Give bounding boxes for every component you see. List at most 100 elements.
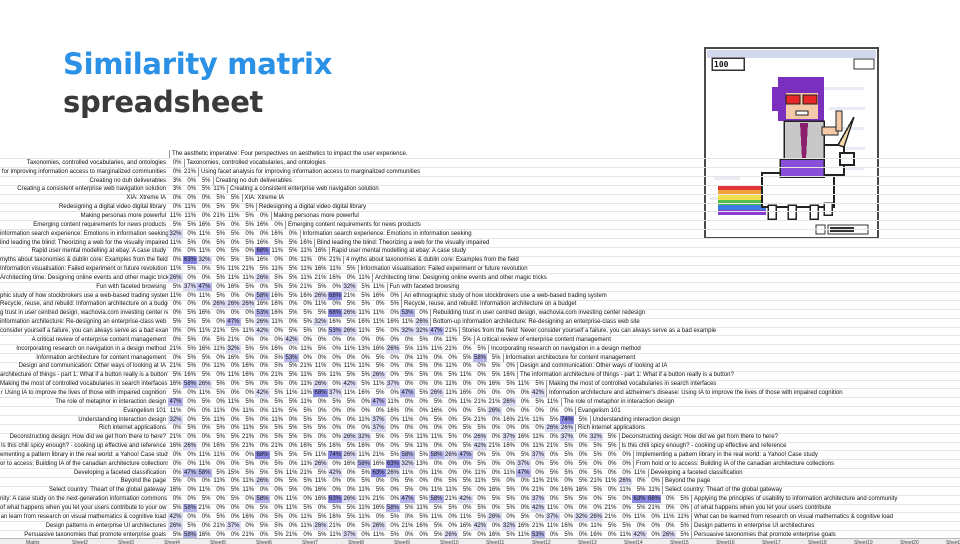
matrix-cell[interactable]: 11%: [313, 362, 328, 370]
matrix-cell[interactable]: 16%: [371, 345, 386, 353]
matrix-cell[interactable]: 0%: [560, 504, 575, 512]
row-label[interactable]: consider yourself a failure, you can alw…: [0, 327, 168, 335]
matrix-cell[interactable]: 5%: [284, 247, 299, 255]
matrix-cell[interactable]: 0%: [212, 247, 227, 255]
matrix-cell[interactable]: 0%: [168, 159, 183, 167]
matrix-cell[interactable]: 5%: [415, 336, 430, 344]
matrix-cell[interactable]: 11%: [299, 389, 314, 397]
matrix-cell[interactable]: 5%: [603, 442, 618, 450]
matrix-cell[interactable]: 5%: [386, 513, 401, 521]
row-label[interactable]: nity: A case study on the next-generatio…: [0, 495, 168, 503]
matrix-cell[interactable]: 11%: [212, 416, 227, 424]
matrix-cell[interactable]: 11%: [270, 416, 285, 424]
matrix-cell[interactable]: 11%: [168, 292, 183, 300]
matrix-cell[interactable]: 0%: [255, 398, 270, 406]
matrix-cell[interactable]: 5%: [487, 362, 502, 370]
matrix-cell[interactable]: 0%: [429, 424, 444, 432]
matrix-cell[interactable]: 0%: [386, 416, 401, 424]
matrix-cell[interactable]: 53%: [327, 327, 342, 335]
matrix-cell[interactable]: 0%: [502, 451, 517, 459]
matrix-cell[interactable]: 5%: [371, 389, 386, 397]
sheet-tab[interactable]: Sheet5: [210, 539, 226, 544]
sheet-tab[interactable]: Sheet6: [256, 539, 272, 544]
matrix-cell[interactable]: 63%: [182, 256, 197, 265]
matrix-cell[interactable]: 0%: [226, 309, 241, 317]
matrix-cell[interactable]: 0%: [531, 513, 546, 521]
row-label[interactable]: r Using IA to improve the lives of those…: [0, 389, 168, 397]
matrix-cell[interactable]: 0%: [502, 477, 517, 485]
matrix-cell[interactable]: 5%: [226, 442, 241, 450]
matrix-cell[interactable]: 5%: [197, 318, 212, 326]
matrix-cell[interactable]: 13%: [357, 345, 372, 353]
matrix-cell[interactable]: 21%: [197, 504, 212, 512]
matrix-cell[interactable]: 5%: [560, 442, 575, 450]
matrix-cell[interactable]: 0%: [226, 362, 241, 370]
matrix-cell[interactable]: 26%: [211, 300, 226, 309]
matrix-cell[interactable]: 16%: [299, 292, 314, 300]
matrix-cell[interactable]: 16%: [502, 416, 517, 424]
matrix-cell[interactable]: 58%: [429, 450, 444, 459]
matrix-cell[interactable]: 0%: [284, 416, 299, 424]
matrix-cell[interactable]: 0%: [270, 221, 285, 229]
matrix-cell[interactable]: 0%: [574, 504, 589, 512]
matrix-cell[interactable]: 5%: [473, 513, 488, 521]
matrix-cell[interactable]: 0%: [589, 460, 604, 468]
matrix-cell[interactable]: 11%: [270, 407, 285, 415]
matrix-cell[interactable]: 0%: [429, 442, 444, 450]
matrix-cell[interactable]: 11%: [241, 327, 256, 335]
matrix-cell[interactable]: 5%: [502, 486, 517, 494]
matrix-cell[interactable]: 0%: [473, 389, 488, 397]
matrix-cell[interactable]: 47%: [400, 495, 415, 504]
matrix-cell[interactable]: 5%: [183, 309, 198, 317]
matrix-cell[interactable]: 5%: [342, 442, 357, 450]
matrix-cell[interactable]: 5%: [487, 477, 502, 485]
matrix-cell[interactable]: 16%: [255, 300, 270, 308]
matrix-cell[interactable]: 0%: [328, 407, 343, 415]
matrix-cell[interactable]: 11%: [342, 345, 357, 353]
matrix-cell[interactable]: 5%: [328, 504, 343, 512]
matrix-cell[interactable]: 11%: [429, 345, 444, 353]
matrix-cell[interactable]: 5%: [458, 336, 473, 344]
matrix-cell[interactable]: 21%: [603, 504, 618, 512]
matrix-cell[interactable]: 11%: [632, 513, 647, 521]
row-label[interactable]: Understanding interaction design: [0, 416, 168, 424]
matrix-cell[interactable]: 32%: [313, 318, 328, 327]
matrix-cell[interactable]: 0%: [357, 354, 372, 362]
matrix-cell[interactable]: 5%: [299, 477, 314, 485]
row-label[interactable]: lind leading the blind: Theorizing a web…: [0, 239, 168, 247]
matrix-cell[interactable]: 0%: [632, 522, 647, 530]
row-title-cell[interactable]: Stories from the field: Never consider y…: [459, 327, 960, 335]
matrix-cell[interactable]: 0%: [183, 274, 198, 282]
matrix-cell[interactable]: 5%: [168, 318, 183, 326]
row-title-cell[interactable]: Developing a faceted classification: [647, 468, 960, 477]
matrix-cell[interactable]: 0%: [226, 292, 241, 300]
matrix-cell[interactable]: 5%: [560, 495, 575, 503]
matrix-cell[interactable]: 5%: [589, 442, 604, 450]
matrix-cell[interactable]: 5%: [603, 495, 618, 503]
matrix-cell[interactable]: 0%: [226, 504, 241, 512]
matrix-cell[interactable]: 5%: [197, 495, 212, 503]
matrix-cell[interactable]: 5%: [473, 460, 488, 468]
matrix-cell[interactable]: 0%: [226, 424, 241, 432]
row-label[interactable]: A critical review of enterprise content …: [0, 336, 168, 344]
matrix-cell[interactable]: 42%: [472, 521, 487, 530]
matrix-cell[interactable]: 0%: [386, 477, 401, 485]
matrix-cell[interactable]: 0%: [444, 407, 459, 415]
matrix-cell[interactable]: 0%: [386, 495, 401, 503]
matrix-cell[interactable]: 0%: [516, 442, 531, 450]
matrix-cell[interactable]: 11%: [357, 513, 372, 521]
matrix-cell[interactable]: 11%: [371, 318, 386, 326]
matrix-cell[interactable]: 0%: [618, 469, 633, 477]
matrix-cell[interactable]: 11%: [212, 477, 227, 485]
matrix-cell[interactable]: 5%: [241, 221, 256, 229]
matrix-cell[interactable]: 11%: [168, 212, 183, 220]
matrix-cell[interactable]: 0%: [299, 486, 314, 494]
matrix-cell[interactable]: 11%: [212, 451, 227, 459]
row-title-cell[interactable]: A critical review of enterprise content …: [473, 335, 960, 344]
matrix-cell[interactable]: 26%: [487, 406, 502, 415]
matrix-cell[interactable]: 5%: [284, 477, 299, 485]
row-label[interactable]: Deconstructing design: How did we get fr…: [0, 433, 168, 441]
matrix-cell[interactable]: 0%: [270, 256, 285, 264]
matrix-cell[interactable]: 11%: [168, 265, 183, 273]
matrix-cell[interactable]: 0%: [516, 398, 531, 406]
